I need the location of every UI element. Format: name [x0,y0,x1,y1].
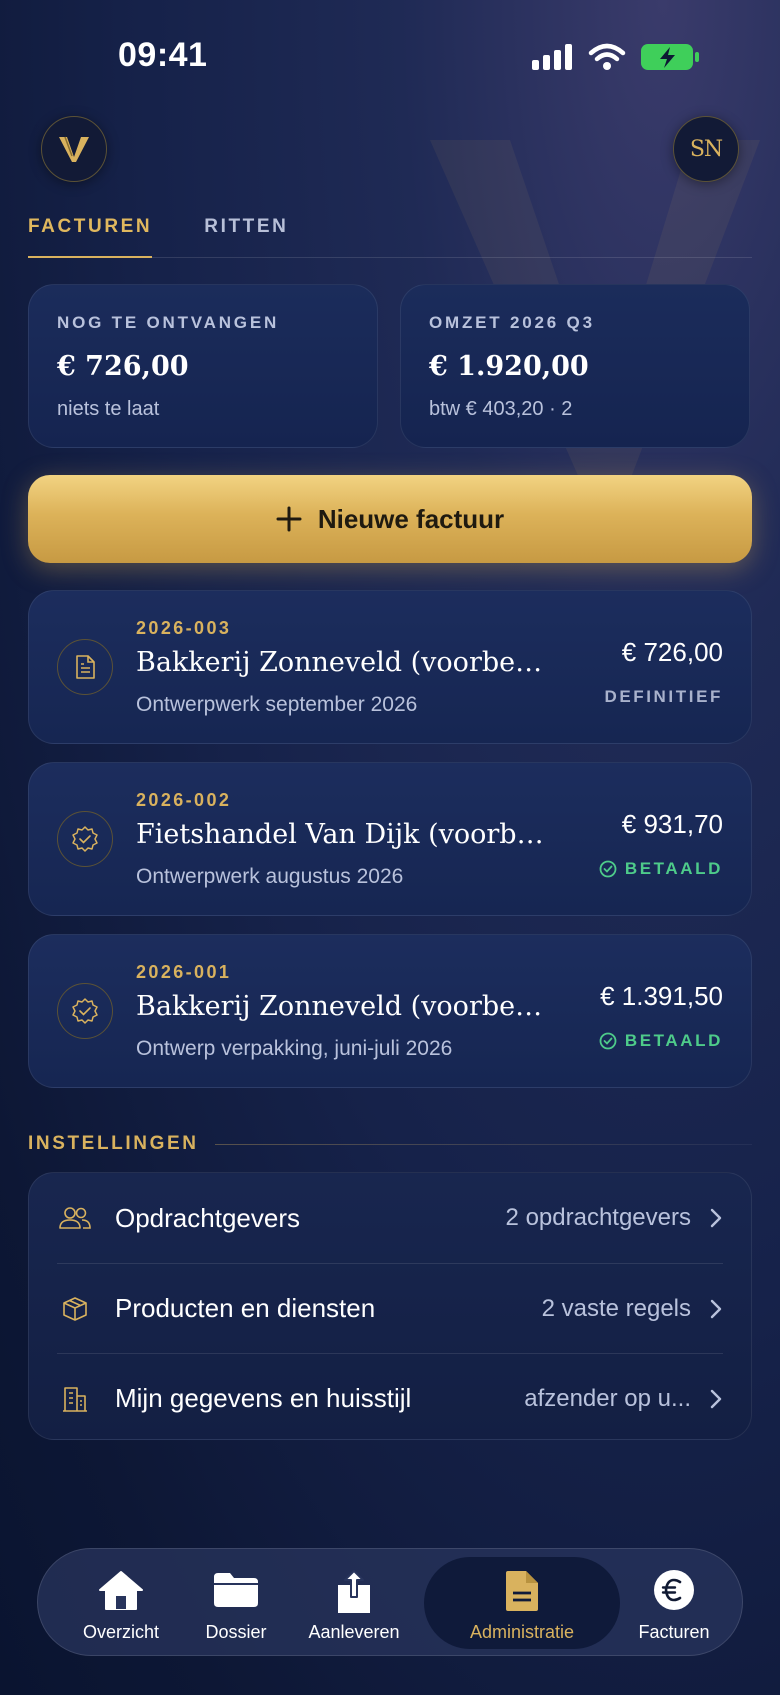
invoice-number: 2026-002 [136,790,232,810]
stat-value: € 726,00 [57,351,189,382]
box-icon [57,1291,93,1327]
nav-label: Administratie [469,1622,575,1642]
settings-row-value: afzender op u... [524,1384,691,1412]
tab-facturen[interactable]: FACTUREN [28,216,153,258]
invoice-status-label: BETAALD [624,859,723,878]
invoice-description: Ontwerp verpakking, juni-juli 2026 [136,1037,453,1060]
invoice-icon-wrap [57,983,113,1039]
invoice-card[interactable]: 2026-003 Bakkerij Zonneveld (voorbeeld) … [28,590,752,744]
divider [214,1143,752,1145]
invoice-status: DEFINITIEF [604,687,723,707]
invoice-card[interactable]: 2026-002 Fietshandel Van Dijk (voorbee..… [28,762,752,916]
invoice-amount: € 1.391,50 [600,981,723,1011]
stat-label: NOG TE ONTVANGEN [57,313,280,332]
nav-label: Facturen [638,1622,710,1642]
settings-row-label: Mijn gegevens en huisstijl [115,1383,412,1413]
nav-administratie[interactable]: Administratie [424,1549,620,1657]
status-icons [532,42,700,72]
new-invoice-button[interactable]: Nieuwe factuur [28,475,752,563]
settings-row-label: Opdrachtgevers [115,1202,300,1233]
signal-icon [532,44,572,70]
nav-label: Overzicht [82,1622,160,1642]
check-circle-icon [599,860,617,878]
stat-value: € 1.920,00 [429,351,589,382]
invoice-status: BETAALD [599,1031,723,1051]
settings-title-text: INSTELLINGEN [28,1133,199,1154]
settings-row-label: Producten en diensten [115,1293,376,1323]
status-bar: 09:41 [0,0,780,110]
invoice-number: 2026-001 [136,962,232,982]
chevron-right-icon [710,1208,722,1228]
settings-card: Opdrachtgevers 2 opdrachtgevers Producte… [28,1172,752,1440]
stat-label: OMZET 2026 Q3 [429,313,595,332]
chevron-right-icon [710,1389,722,1408]
settings-row-opdrachtgevers[interactable]: Opdrachtgevers 2 opdrachtgevers [57,1173,723,1263]
stat-sub: niets te laat [57,398,160,420]
avatar-button[interactable]: SN [673,116,739,182]
invoice-description: Ontwerpwerk augustus 2026 [136,865,404,888]
invoice-amount: € 726,00 [621,637,723,667]
invoice-client: Fietshandel Van Dijk (voorbee... [136,819,556,850]
status-time: 09:41 [118,36,208,74]
folder-icon [214,1573,258,1607]
settings-row-gegevens[interactable]: Mijn gegevens en huisstijl afzender op u… [57,1353,723,1443]
settings-section-title: INSTELLINGEN [28,1133,752,1155]
settings-row-value: 2 vaste regels [541,1294,691,1322]
nav-dossier[interactable]: Dossier [188,1549,284,1657]
tab-ritten[interactable]: RITTEN [204,216,288,258]
tab-bar: FACTUREN RITTEN [28,216,752,258]
stat-sub: btw € 403,20 · 2 [429,398,573,420]
invoice-status: BETAALD [599,859,723,879]
euro-icon [654,1570,694,1610]
nav-label: Dossier [205,1622,267,1642]
avatar-initials: SN [689,136,723,162]
verified-badge-icon [72,998,98,1024]
upload-icon [338,1570,370,1613]
stat-card-outstanding: NOG TE ONTVANGEN € 726,00 niets te laat [28,284,378,448]
invoice-description: Ontwerpwerk september 2026 [136,693,418,716]
logo-button[interactable] [41,116,107,182]
document-icon [506,1571,538,1611]
invoice-client: Bakkerij Zonneveld (voorbeeld) [136,647,556,678]
users-icon [57,1200,93,1236]
invoice-icon-wrap [57,811,113,867]
plus-icon [276,506,302,532]
new-invoice-label: Nieuwe factuur [317,503,505,534]
home-icon [99,1571,143,1610]
stat-card-revenue: OMZET 2026 Q3 € 1.920,00 btw € 403,20 · … [400,284,750,448]
check-circle-icon [599,1032,617,1050]
nav-overzicht[interactable]: Overzicht [68,1549,174,1657]
settings-row-producten[interactable]: Producten en diensten 2 vaste regels [57,1263,723,1353]
logo-icon [59,136,89,162]
document-icon [76,655,95,679]
bottom-nav: Overzicht Dossier Aanleveren Administrat… [37,1548,743,1656]
verified-badge-icon [72,826,98,852]
battery-charging-icon [641,44,699,70]
invoice-status-label: DEFINITIEF [604,687,723,706]
invoice-icon-wrap [57,639,113,695]
invoice-client: Bakkerij Zonneveld (voorbeeld) [136,991,556,1022]
chevron-right-icon [710,1299,722,1318]
wifi-icon [588,43,626,70]
building-icon [57,1381,93,1417]
invoice-amount: € 931,70 [621,809,723,839]
nav-label: Aanleveren [308,1622,400,1642]
invoice-number: 2026-003 [136,618,232,638]
nav-aanleveren[interactable]: Aanleveren [298,1549,410,1657]
settings-row-value: 2 opdrachtgevers [505,1204,691,1231]
invoice-status-label: BETAALD [624,1031,723,1050]
nav-facturen[interactable]: Facturen [626,1549,722,1657]
invoice-card[interactable]: 2026-001 Bakkerij Zonneveld (voorbeeld) … [28,934,752,1088]
